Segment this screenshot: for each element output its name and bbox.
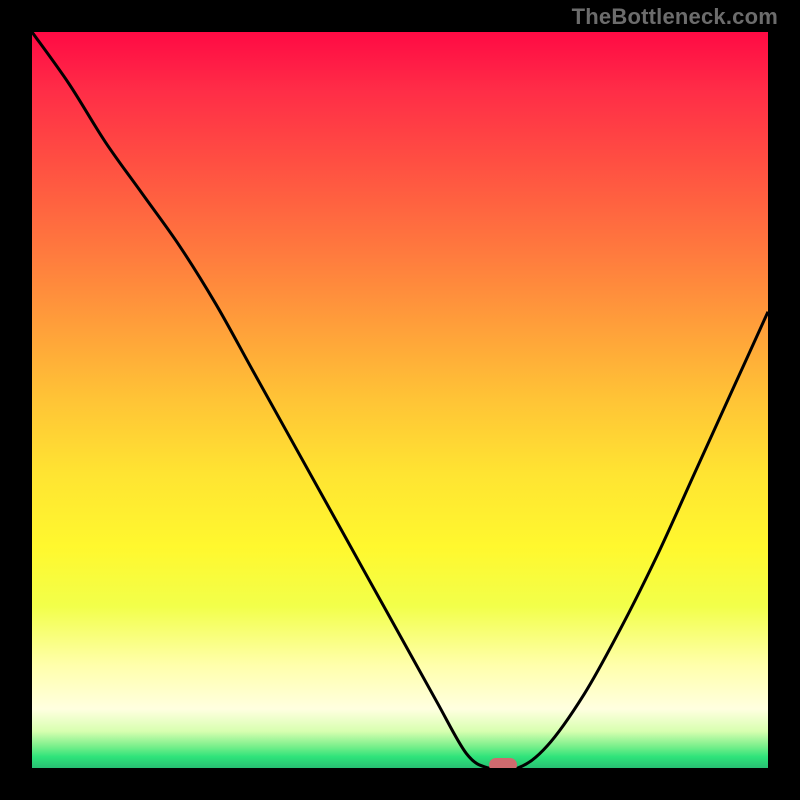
plot-area bbox=[32, 32, 768, 768]
chart-frame: TheBottleneck.com bbox=[0, 0, 800, 800]
minimum-marker bbox=[489, 758, 517, 768]
bottleneck-curve bbox=[32, 32, 768, 768]
curve-path bbox=[32, 32, 768, 768]
watermark-text: TheBottleneck.com bbox=[572, 4, 778, 30]
